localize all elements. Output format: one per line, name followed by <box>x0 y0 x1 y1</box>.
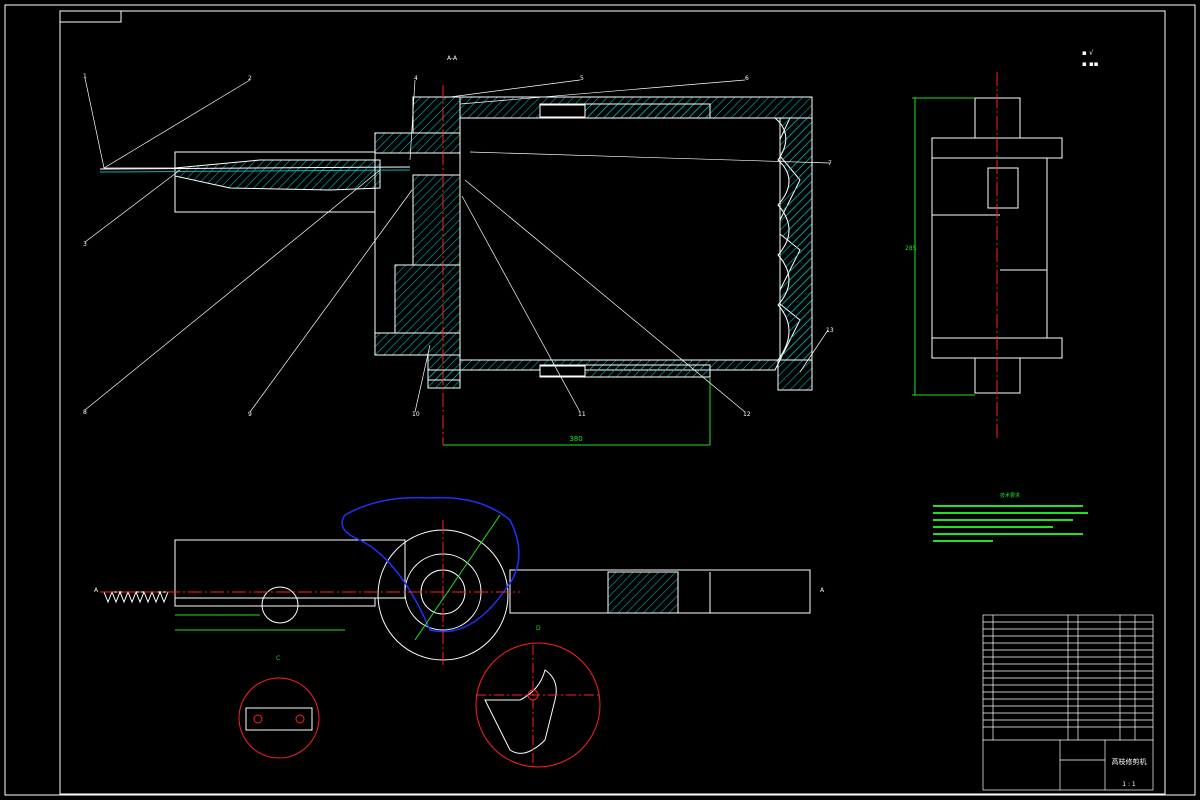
svg-text:▪ ▪▪: ▪ ▪▪ <box>1082 60 1099 68</box>
detail-d: D <box>475 625 601 768</box>
svg-text:1: 1 <box>83 73 87 80</box>
shaft-top <box>412 96 461 134</box>
svg-text:6: 6 <box>745 75 749 82</box>
title-block-name: 高枝修剪机 <box>1112 757 1147 766</box>
svg-text:C: C <box>276 655 280 662</box>
svg-text:7: 7 <box>828 160 832 167</box>
svg-text:13: 13 <box>826 327 834 334</box>
title-block-scale: 1 : 1 <box>1122 781 1136 788</box>
svg-text:10: 10 <box>412 411 420 418</box>
detail-c: C <box>238 655 320 759</box>
svg-text:4: 4 <box>414 75 418 82</box>
bottom-slot-gap <box>539 365 586 377</box>
svg-text:8: 8 <box>83 409 87 416</box>
svg-text:2: 2 <box>248 75 252 82</box>
svg-text:9: 9 <box>248 411 252 418</box>
main-dimension: 380 <box>443 378 711 446</box>
cad-drawing: 380 1 2 3 4 5 6 7 8 9 10 11 12 13 A-A 28… <box>4 4 1196 796</box>
svg-text:▪ √: ▪ √ <box>1082 49 1094 57</box>
section-label-top: A-A <box>447 55 458 62</box>
svg-text:285: 285 <box>905 245 917 252</box>
svg-text:12: 12 <box>743 411 751 418</box>
technical-notes: 技术要求 <box>933 492 1088 542</box>
top-slot-gap <box>539 104 586 118</box>
mark-left: A <box>94 587 99 594</box>
handle-hatched-section <box>174 159 381 191</box>
svg-text:380: 380 <box>569 435 582 443</box>
svg-text:5: 5 <box>580 75 584 82</box>
cover-spline <box>341 496 520 633</box>
casing-cavity <box>459 117 781 361</box>
svg-text:D: D <box>536 625 541 632</box>
lower-assembly-view: A A <box>94 496 825 665</box>
mark-right: A <box>820 587 825 594</box>
shaft-housing <box>412 174 464 266</box>
svg-text:11: 11 <box>578 411 586 418</box>
main-section-view: 380 1 2 3 4 5 6 7 8 9 10 11 12 13 A-A <box>83 55 834 446</box>
svg-text:3: 3 <box>83 241 87 248</box>
side-view: 285 <box>905 72 1063 438</box>
surface-finish-mark: ▪ √ ▪ ▪▪ <box>1082 49 1099 68</box>
svg-text:技术要求: 技术要求 <box>1000 492 1020 499</box>
